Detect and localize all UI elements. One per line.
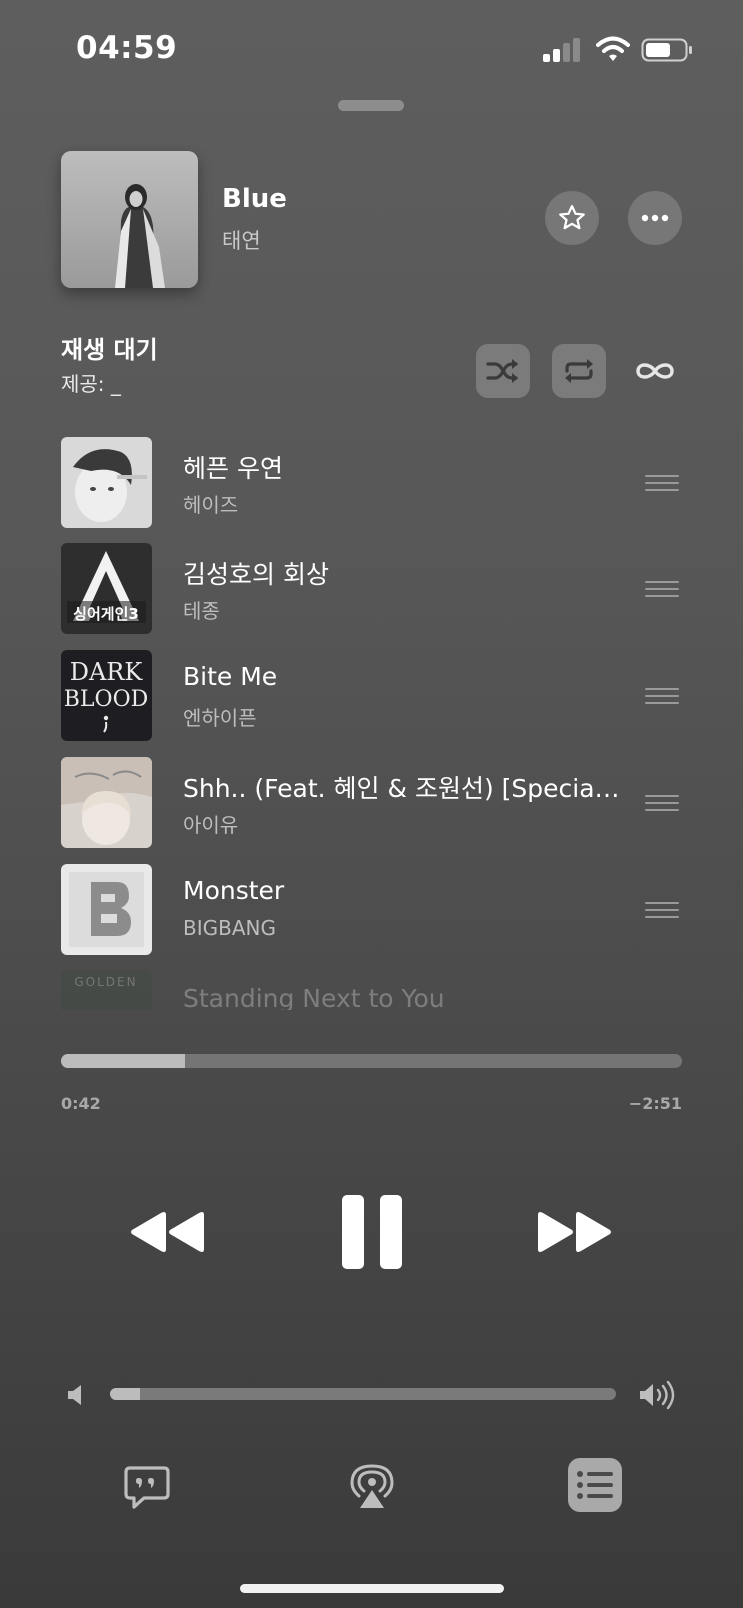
queue-button[interactable] xyxy=(568,1458,622,1512)
album-art-text: GOLDEN xyxy=(74,975,137,989)
now-playing-album-art xyxy=(61,151,198,288)
reorder-handle[interactable] xyxy=(645,475,679,493)
album-art xyxy=(61,864,152,955)
fast-forward-icon xyxy=(538,1212,611,1252)
star-icon xyxy=(559,205,585,230)
track-title: Shh.. (Feat. 혜인 & 조원선) [Special... xyxy=(183,774,623,803)
wifi-icon xyxy=(596,36,630,61)
track-artist: 아이유 xyxy=(183,813,239,837)
album-art: GOLDEN xyxy=(61,970,152,1010)
lyrics-icon xyxy=(124,1466,170,1509)
rewind-icon xyxy=(131,1212,204,1252)
track-title: Bite Me xyxy=(183,662,278,691)
playback-progress-fill xyxy=(61,1054,186,1068)
favorite-button[interactable] xyxy=(545,191,599,245)
track-artist: 헤이즈 xyxy=(183,493,239,517)
album-art xyxy=(61,757,152,848)
track-title: Monster xyxy=(183,876,285,905)
reorder-handle[interactable] xyxy=(645,688,679,706)
queue-title: 재생 대기 xyxy=(61,336,158,364)
pause-icon xyxy=(342,1195,402,1269)
list-item[interactable]: GOLDEN Standing Next to You xyxy=(61,970,685,1010)
repeat-button[interactable] xyxy=(552,344,606,398)
shuffle-icon xyxy=(486,359,518,383)
lyrics-button[interactable] xyxy=(124,1464,170,1510)
list-item[interactable]: Monster BIGBANG xyxy=(61,864,685,956)
volume-high-icon xyxy=(640,1380,675,1410)
status-time: 04:59 xyxy=(76,30,178,66)
track-artist: 테종 xyxy=(183,599,220,623)
volume-low-icon xyxy=(68,1385,81,1405)
shuffle-button[interactable] xyxy=(476,344,530,398)
repeat-icon xyxy=(565,359,593,383)
volume-slider[interactable] xyxy=(110,1388,616,1400)
reorder-handle[interactable] xyxy=(645,795,679,813)
autoplay-button[interactable] xyxy=(628,344,682,398)
reorder-handle[interactable] xyxy=(645,581,679,599)
elapsed-time: 0:42 xyxy=(61,1094,101,1113)
battery-icon xyxy=(641,38,692,62)
album-art xyxy=(61,437,152,528)
album-art: 싱어게인3 xyxy=(61,543,152,634)
list-item[interactable]: Shh.. (Feat. 혜인 & 조원선) [Special... 아이유 xyxy=(61,757,685,849)
queue-provider: 제공: _ xyxy=(61,372,121,396)
track-artist: BIGBANG xyxy=(183,916,276,940)
list-item[interactable]: 싱어게인3 김성호의 회상 테종 xyxy=(61,543,685,635)
more-icon xyxy=(641,214,669,222)
volume-slider-fill xyxy=(110,1388,141,1400)
track-title: 헤픈 우연 xyxy=(183,454,283,483)
list-item[interactable]: DARK BLOOD Bite Me 엔하이픈 xyxy=(61,650,685,742)
rewind-button[interactable] xyxy=(128,1208,206,1256)
list-item[interactable]: 헤픈 우연 헤이즈 xyxy=(61,437,685,529)
sheet-grabber[interactable] xyxy=(338,100,404,111)
track-artist: 엔하이픈 xyxy=(183,706,257,730)
album-art: DARK BLOOD xyxy=(61,650,152,741)
reorder-handle[interactable] xyxy=(645,902,679,920)
infinity-icon xyxy=(636,363,674,379)
album-art-text: BLOOD xyxy=(64,687,149,712)
cellular-signal-icon xyxy=(543,38,580,62)
queue-list-icon xyxy=(577,1471,613,1499)
remaining-time: −2:51 xyxy=(628,1094,682,1113)
track-title: 김성호의 회상 xyxy=(183,560,329,589)
now-playing-title: Blue xyxy=(222,184,287,214)
track-title: Standing Next to You xyxy=(183,984,445,1010)
more-button[interactable] xyxy=(628,191,682,245)
pause-button[interactable] xyxy=(340,1193,404,1271)
airplay-button[interactable] xyxy=(350,1462,394,1510)
playback-progress-bar[interactable] xyxy=(61,1054,682,1068)
airplay-icon xyxy=(350,1464,394,1508)
home-indicator[interactable] xyxy=(240,1584,504,1593)
now-playing-artist[interactable]: 태연 xyxy=(222,225,261,255)
album-art-text: DARK xyxy=(70,658,144,686)
fast-forward-button[interactable] xyxy=(536,1208,614,1256)
album-art-text: 싱어게인3 xyxy=(73,605,139,623)
